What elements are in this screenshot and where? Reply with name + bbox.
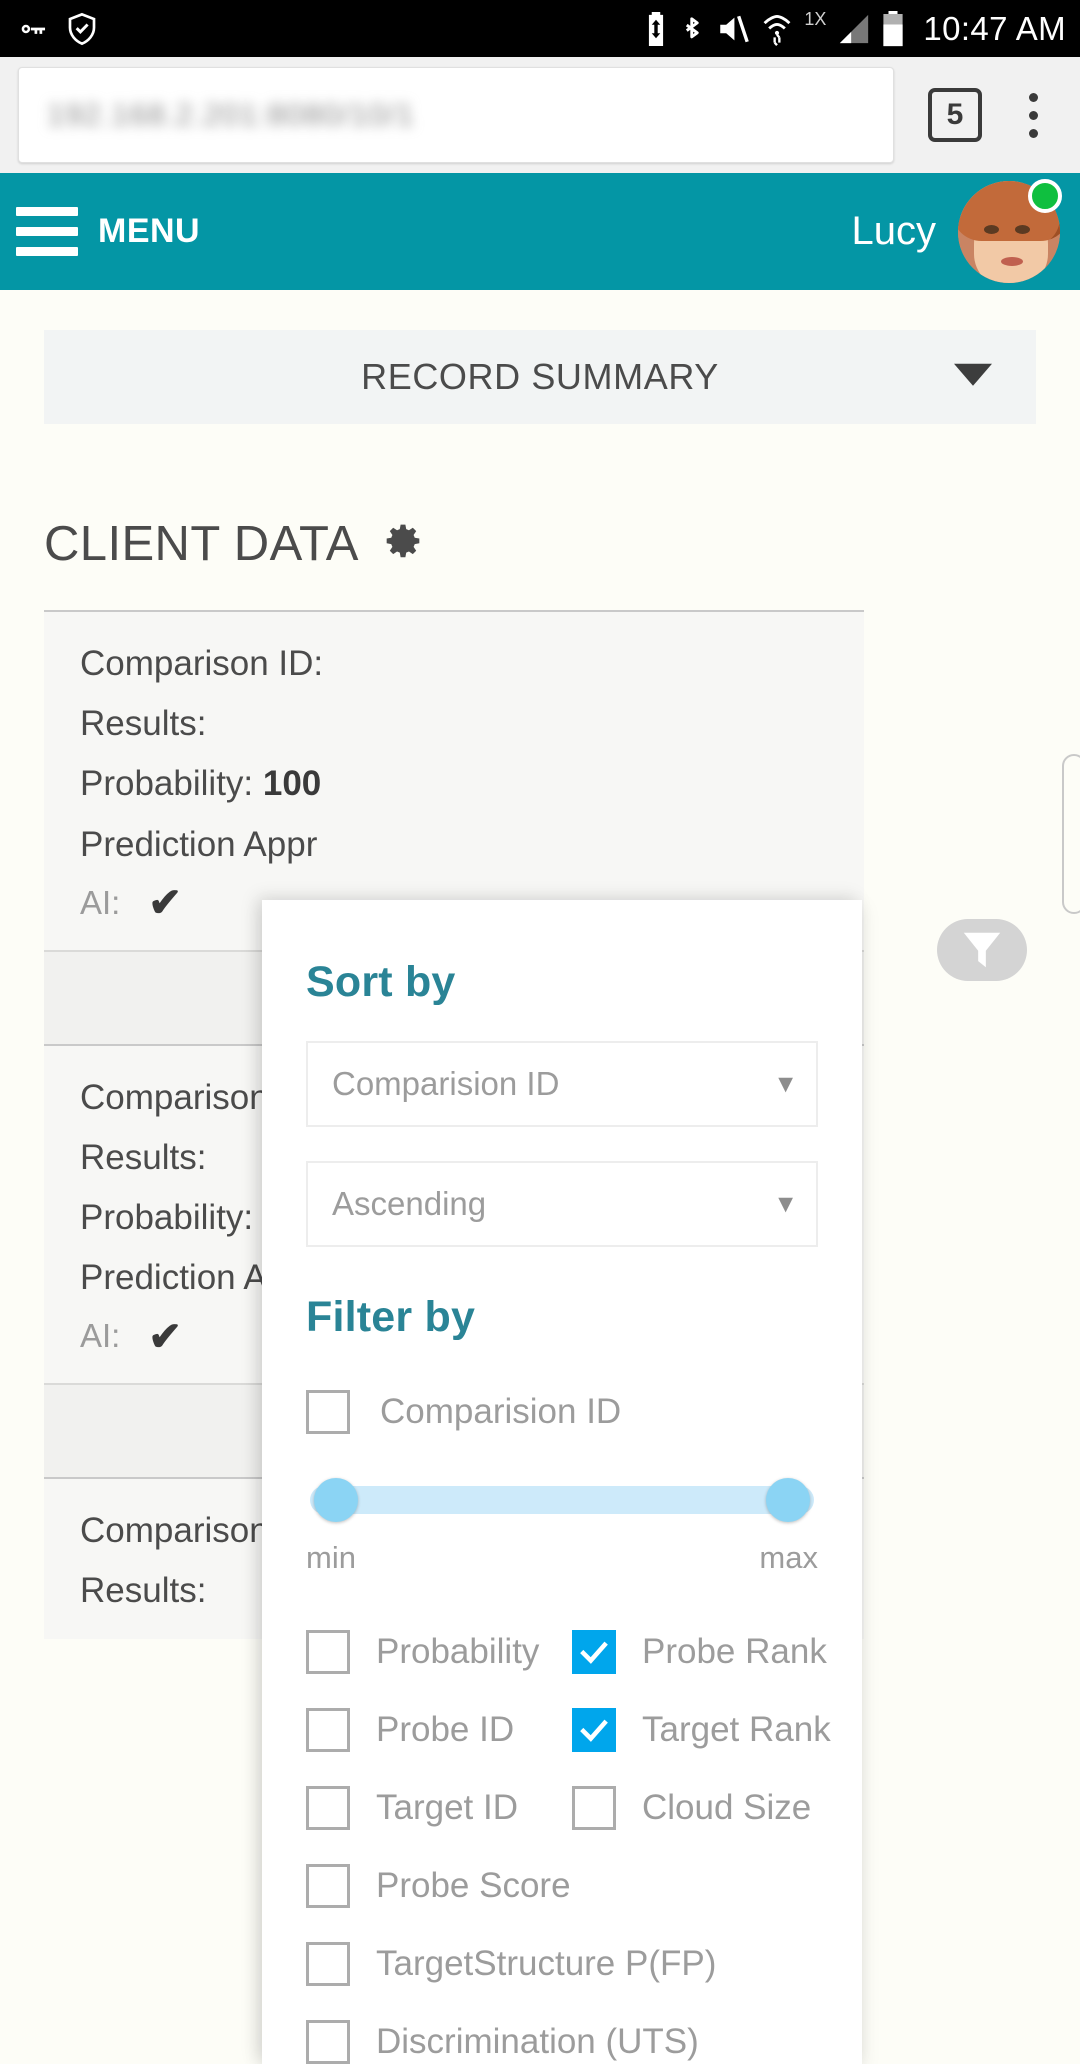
filter-options-grid: Probability Probe Rank Probe ID Target R… (306, 1630, 831, 2064)
checkbox-icon[interactable] (306, 1390, 350, 1434)
checkbox-icon[interactable] (572, 1630, 616, 1674)
chevron-down-icon: ▼ (773, 1189, 798, 1218)
address-bar[interactable]: 192.168.2.201:8080/10/1 (18, 67, 894, 163)
filter-label: Target ID (376, 1788, 518, 1827)
page-title: CLIENT DATA (44, 517, 359, 571)
results-label: Results: (80, 704, 207, 744)
battery-icon (882, 10, 904, 47)
hamburger-menu-icon[interactable] (16, 207, 78, 256)
range-thumb-min[interactable] (314, 1478, 358, 1522)
probability-field: Probability: 100 (80, 754, 864, 814)
filter-option-probe-score[interactable]: Probe Score (306, 1864, 571, 1908)
filter-label: Cloud Size (642, 1788, 812, 1827)
gear-icon[interactable] (381, 522, 425, 566)
record-summary-label: RECORD SUMMARY (361, 356, 719, 397)
chevron-down-icon[interactable] (954, 363, 992, 386)
status-badge (1028, 178, 1062, 213)
checkbox-icon[interactable] (572, 1786, 616, 1830)
filter-label: Probe Score (376, 1866, 571, 1905)
user-area[interactable]: Lucy (851, 178, 1062, 283)
filter-label: Probability (376, 1632, 540, 1671)
comparision-id-range-slider[interactable] (310, 1478, 814, 1522)
record-summary-accordion[interactable]: RECORD SUMMARY (44, 330, 1036, 424)
volume-mute-icon (716, 13, 750, 45)
table-row[interactable]: Comparison ID: Results: Probability: 100… (44, 610, 864, 950)
filter-label: Discrimination (UTS) (376, 2022, 699, 2061)
chevron-down-icon: ▼ (773, 1069, 798, 1098)
ai-label: AI: (80, 883, 121, 921)
check-icon: ✔ (148, 881, 182, 926)
address-bar-url: 192.168.2.201:8080/10/1 (47, 97, 415, 132)
checkbox-icon[interactable] (306, 1864, 350, 1908)
checkbox-icon[interactable] (306, 1786, 350, 1830)
ai-label: AI: (80, 1317, 121, 1355)
checkbox-icon[interactable] (306, 2020, 350, 2064)
wifi-icon (761, 12, 793, 46)
check-icon: ✔ (148, 1314, 182, 1359)
filter-label: Target Rank (642, 1710, 831, 1749)
avatar[interactable] (958, 178, 1062, 283)
range-labels: min max (306, 1540, 818, 1576)
funnel-icon (963, 932, 1001, 968)
checkbox-icon[interactable] (572, 1708, 616, 1752)
app-header: MENU Lucy (0, 173, 1080, 290)
filter-checkbox-comparision-id[interactable]: Comparision ID (306, 1390, 818, 1434)
filter-label: Probe Rank (642, 1632, 827, 1671)
probability-label: Probability: (80, 1197, 263, 1237)
checkbox-icon[interactable] (306, 1630, 350, 1674)
sort-field-value: Comparision ID (332, 1065, 560, 1102)
browser-toolbar: 192.168.2.201:8080/10/1 5 (0, 57, 1080, 173)
filter-button[interactable] (937, 919, 1027, 981)
filter-by-heading: Filter by (306, 1293, 476, 1341)
probability-value: 100 (262, 764, 322, 804)
sort-filter-popup: Sort by Comparision ID ▼ Ascending ▼ Fil… (262, 900, 862, 2064)
filter-label: Comparision ID (380, 1392, 622, 1431)
sort-direction-value: Ascending (332, 1185, 487, 1222)
network-type-label: 1X (804, 9, 827, 29)
checkbox-icon[interactable] (306, 1708, 350, 1752)
filter-option-probability[interactable]: Probability (306, 1630, 564, 1674)
filter-option-probe-id[interactable]: Probe ID (306, 1708, 564, 1752)
clock: 10:47 AM (923, 9, 1066, 47)
prediction-label: Prediction Appr (80, 824, 318, 864)
vpn-key-icon (14, 12, 52, 46)
comparison-id-label: Comparison ID: (80, 644, 324, 683)
user-name: Lucy (851, 209, 937, 253)
filter-option-target-id[interactable]: Target ID (306, 1786, 564, 1830)
filter-option-targetstructure-pfp[interactable]: TargetStructure P(FP) (306, 1942, 716, 1986)
sort-field-select[interactable]: Comparision ID ▼ (306, 1041, 818, 1127)
android-status-bar: 1X 10:47 AM (0, 0, 1080, 57)
filter-option-discrimination-uts[interactable]: Discrimination (UTS) (306, 2020, 699, 2064)
bluetooth-icon (679, 12, 705, 46)
shield-icon (66, 11, 98, 47)
filter-option-probe-rank[interactable]: Probe Rank (572, 1630, 831, 1674)
range-max-label: max (759, 1540, 818, 1575)
probability-label: Probability: (80, 764, 263, 804)
menu-label[interactable]: MENU (98, 212, 200, 251)
page-body: RECORD SUMMARY CLIENT DATA Comparison ID… (0, 330, 1080, 2064)
range-min-label: min (306, 1540, 356, 1575)
filter-label: TargetStructure P(FP) (376, 1944, 717, 1983)
filter-label: Probe ID (376, 1710, 515, 1749)
sort-direction-select[interactable]: Ascending ▼ (306, 1161, 818, 1247)
sort-by-heading: Sort by (306, 958, 456, 1006)
filter-option-cloud-size[interactable]: Cloud Size (572, 1786, 831, 1830)
client-data-header: CLIENT DATA (44, 516, 1080, 572)
tab-switcher-button[interactable]: 5 (928, 88, 982, 142)
range-thumb-max[interactable] (766, 1478, 810, 1522)
overflow-menu-icon[interactable] (1010, 85, 1056, 145)
filter-option-target-rank[interactable]: Target Rank (572, 1708, 831, 1752)
range-track (310, 1486, 814, 1514)
scrollbar-handle[interactable] (1062, 754, 1080, 914)
battery-saver-icon (644, 11, 668, 46)
checkbox-icon[interactable] (306, 1942, 350, 1986)
cellular-signal-icon (837, 12, 871, 46)
